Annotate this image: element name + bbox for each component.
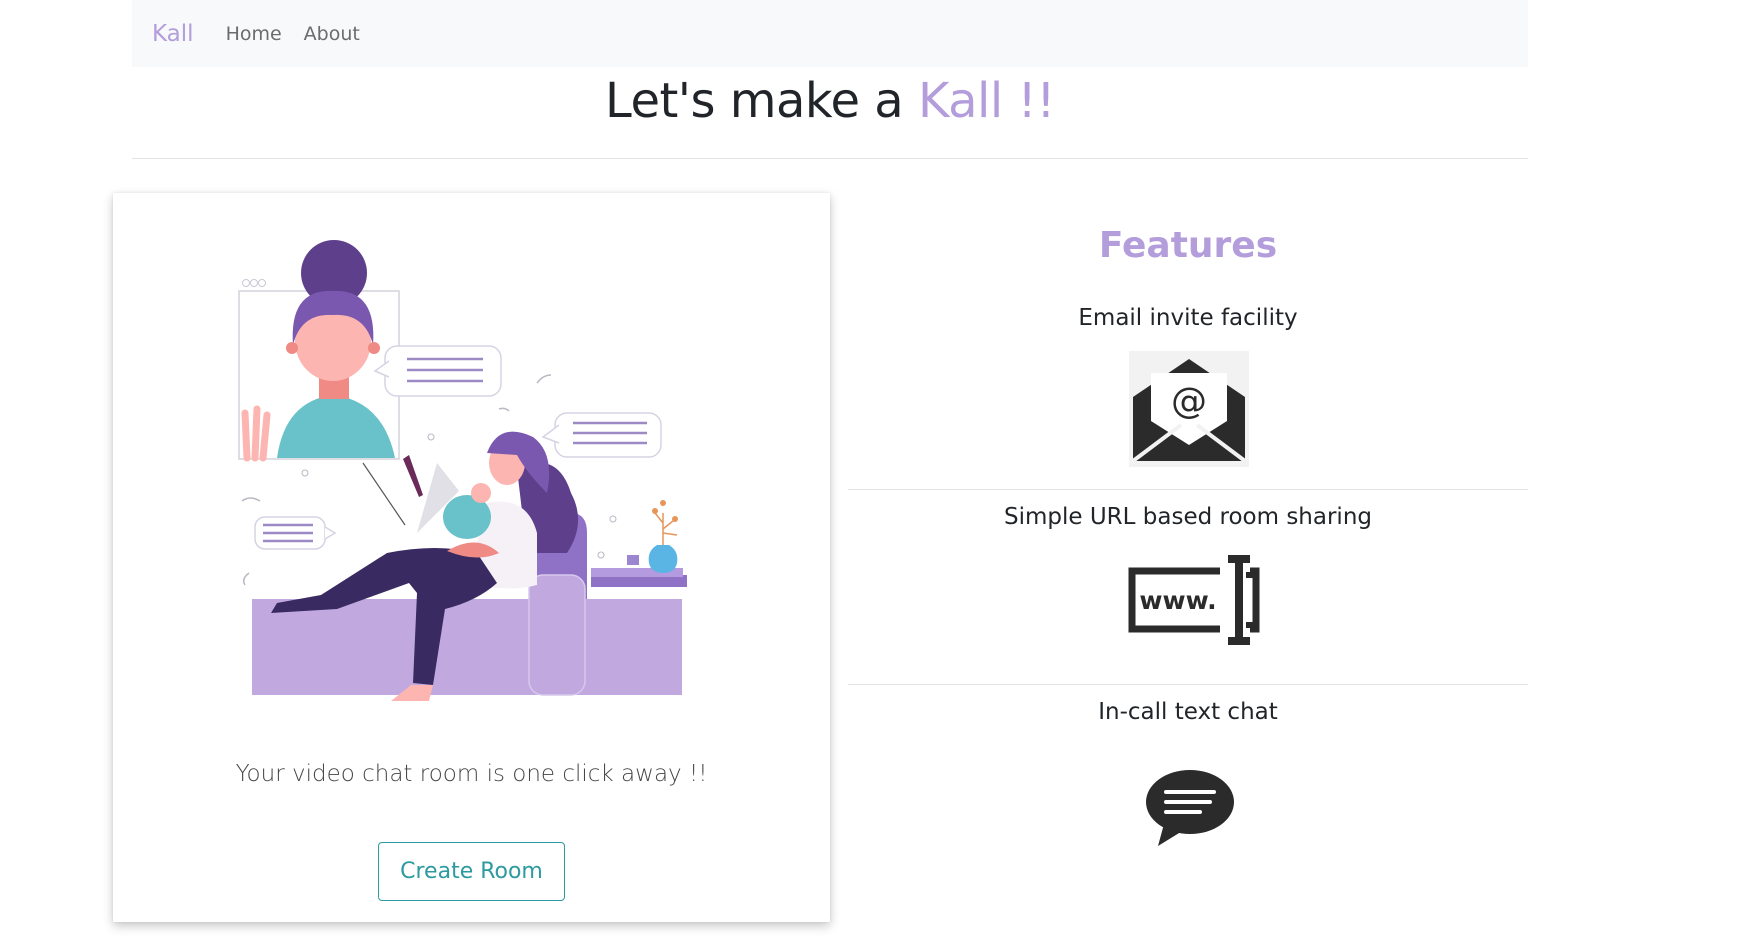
feature-divider <box>848 489 1528 490</box>
www-url-icon: www. <box>1128 555 1260 645</box>
feature-title-chat: In-call text chat <box>1098 699 1278 725</box>
create-room-button[interactable]: Create Room <box>378 842 565 901</box>
svg-text:www.: www. <box>1139 586 1216 615</box>
feature-title-url: Simple URL based room sharing <box>1003 504 1372 530</box>
video-call-illustration <box>238 240 687 701</box>
svg-text:@: @ <box>1171 381 1207 422</box>
email-envelope-icon: @ <box>1129 351 1249 467</box>
feature-email-invite: Email invite facility <box>848 305 1528 331</box>
page-title-prefix: Let's make a <box>605 73 918 129</box>
page-title-accent: Kall !! <box>917 73 1055 129</box>
page-title: Let's make a Kall !! <box>132 67 1528 135</box>
brand-logo[interactable]: Kall <box>152 21 194 47</box>
create-room-card: Your video chat room is one click away !… <box>113 193 830 922</box>
card-tagline: Your video chat room is one click away !… <box>235 761 708 787</box>
nav-link-about[interactable]: About <box>304 23 360 45</box>
feature-title-email: Email invite facility <box>1078 305 1298 331</box>
navbar: Kall Home About <box>132 0 1528 67</box>
feature-url-sharing: Simple URL based room sharing <box>848 504 1528 530</box>
chat-bubble-icon <box>1146 770 1234 846</box>
nav-link-home[interactable]: Home <box>226 23 282 45</box>
feature-text-chat: In-call text chat <box>848 699 1528 725</box>
features-title: Features <box>1098 225 1278 266</box>
feature-divider <box>848 684 1528 685</box>
hero-header: Let's make a Kall !! <box>132 67 1528 159</box>
